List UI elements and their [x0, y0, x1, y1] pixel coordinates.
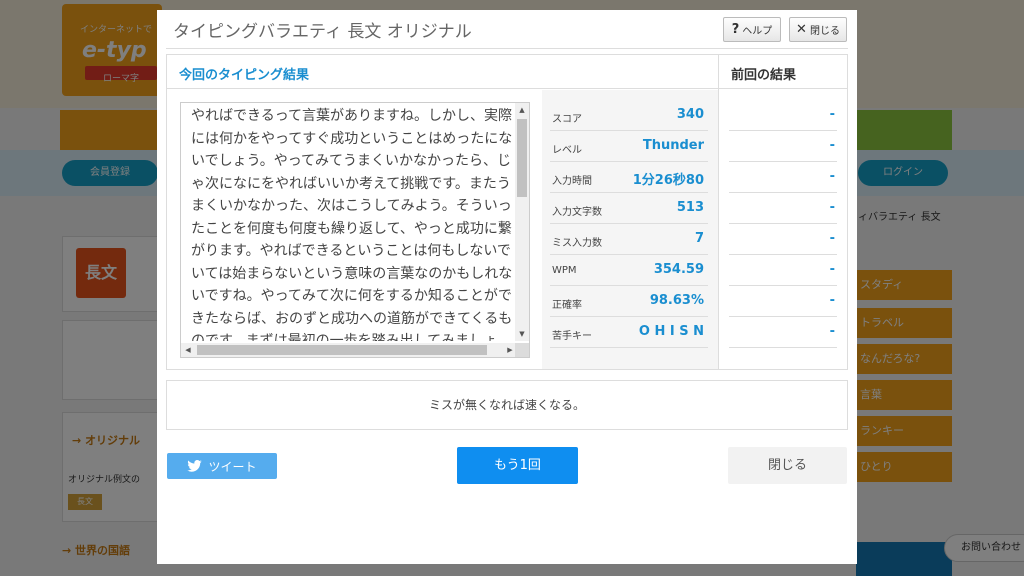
- previous-value: -: [829, 169, 835, 184]
- stat-label: 入力時間: [552, 176, 592, 187]
- stat-value: Thunder: [642, 138, 704, 153]
- twitter-bird-icon: [187, 460, 203, 472]
- tweet-button-label: ツイート: [208, 459, 257, 474]
- previous-value-row: -: [729, 193, 837, 224]
- previous-result-heading: 前回の結果: [731, 68, 797, 83]
- scroll-up-icon[interactable]: ▲: [515, 103, 529, 117]
- previous-value: -: [829, 231, 835, 246]
- vertical-scrollbar[interactable]: ▲ ▼: [515, 103, 529, 341]
- stat-value: 513: [676, 200, 704, 215]
- stat-row-wpm: WPM 354.59: [550, 255, 708, 286]
- previous-value: -: [829, 324, 835, 339]
- stat-value: 7: [694, 231, 704, 246]
- header-divider: [166, 48, 848, 49]
- result-header: 今回のタイピング結果 前回の結果: [167, 55, 847, 89]
- tweet-button[interactable]: ツイート: [167, 453, 277, 479]
- question-icon: ?: [731, 22, 740, 37]
- stat-label: レベル: [552, 145, 582, 156]
- previous-value: -: [829, 107, 835, 122]
- result-panel: 今回のタイピング結果 前回の結果 やればできるって言葉がありますね。しかし、実際…: [166, 54, 848, 370]
- help-button[interactable]: ? ヘルプ: [723, 17, 781, 42]
- stat-value: O H I S N: [638, 324, 704, 339]
- stat-row-miss-count: ミス入力数 7: [550, 224, 708, 255]
- previous-value-row: -: [729, 224, 837, 255]
- stat-label: 正確率: [552, 300, 582, 311]
- horizontal-scrollbar[interactable]: ◀ ▶: [181, 343, 517, 357]
- stat-value: 340: [676, 107, 704, 122]
- previous-value-row: -: [729, 255, 837, 286]
- typed-text: やればできるって言葉がありますね。しかし、実際には何かをやってすぐ成功ということ…: [191, 108, 513, 341]
- stat-value: 354.59: [653, 262, 704, 277]
- result-modal: タイピングバラエティ 長文 オリジナル ? ヘルプ ✕ 閉じる 今回のタイピング…: [157, 10, 857, 564]
- stat-label: 苦手キー: [552, 331, 592, 342]
- previous-value: -: [829, 138, 835, 153]
- close-icon: ✕: [796, 22, 807, 37]
- current-result-heading: 今回のタイピング結果: [179, 68, 310, 83]
- stat-row-weak-keys: 苦手キー O H I S N: [550, 317, 708, 348]
- stat-label: ミス入力数: [552, 238, 602, 249]
- typed-text-box[interactable]: やればできるって言葉がありますね。しかし、実際には何かをやってすぐ成功ということ…: [180, 102, 530, 358]
- stat-row-time: 入力時間 1分26秒80: [550, 162, 708, 193]
- previous-value-row: -: [729, 131, 837, 162]
- stat-label: 入力文字数: [552, 207, 602, 218]
- stat-row-accuracy: 正確率 98.63%: [550, 286, 708, 317]
- previous-value: -: [829, 293, 835, 308]
- stat-label: WPM: [552, 265, 577, 276]
- previous-value-row: -: [729, 100, 837, 131]
- stat-row-level: レベル Thunder: [550, 131, 708, 162]
- previous-value-row: -: [729, 317, 837, 348]
- stat-row-char-count: 入力文字数 513: [550, 193, 708, 224]
- stats-panel: スコア 340 レベル Thunder 入力時間 1分26秒80 入力文字数 5…: [542, 90, 718, 369]
- close-button[interactable]: ✕ 閉じる: [789, 17, 847, 42]
- horizontal-scroll-thumb[interactable]: [197, 345, 487, 355]
- retry-button[interactable]: もう1回: [457, 447, 578, 484]
- stat-label: スコア: [552, 114, 582, 125]
- previous-value-row: -: [729, 286, 837, 317]
- close-button-label: 閉じる: [809, 26, 840, 37]
- vertical-scroll-thumb[interactable]: [517, 119, 527, 197]
- help-button-label: ヘルプ: [742, 26, 773, 37]
- advice-message: ミスが無くなれば速くなる。: [166, 380, 848, 430]
- previous-value: -: [829, 200, 835, 215]
- stat-value: 1分26秒80: [632, 173, 704, 188]
- stat-row-score: スコア 340: [550, 100, 708, 131]
- scrollbar-corner: [515, 343, 529, 357]
- close-bottom-button[interactable]: 閉じる: [728, 447, 847, 484]
- stat-value: 98.63%: [649, 293, 704, 308]
- previous-value: -: [829, 262, 835, 277]
- previous-result-column: - - - - - - - -: [719, 90, 847, 369]
- previous-value-row: -: [729, 162, 837, 193]
- modal-title: タイピングバラエティ 長文 オリジナル: [173, 22, 472, 42]
- scroll-left-icon[interactable]: ◀: [181, 343, 195, 357]
- scroll-down-icon[interactable]: ▼: [515, 327, 529, 341]
